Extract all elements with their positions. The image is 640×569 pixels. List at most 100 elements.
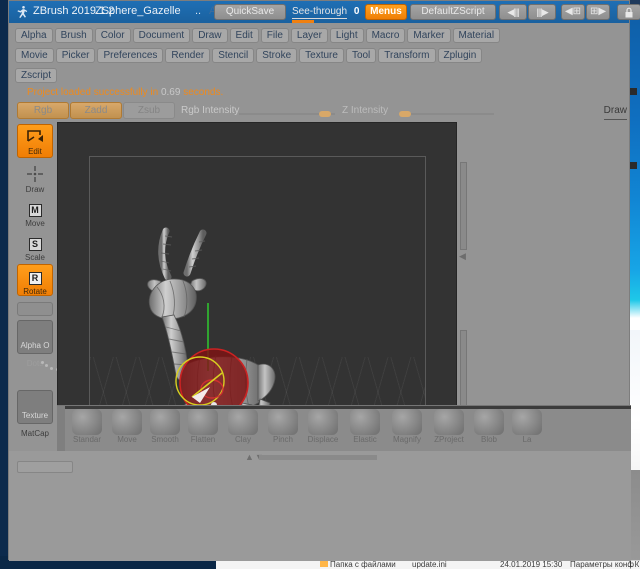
menu-item-alpha[interactable]: Alpha bbox=[15, 28, 53, 43]
menu-item-brush[interactable]: Brush bbox=[54, 28, 93, 43]
brush-item[interactable]: Flatten bbox=[185, 409, 221, 444]
sidebar-item-edit[interactable]: Edit bbox=[17, 124, 53, 158]
layout-right-icon[interactable]: ⊞▶ bbox=[586, 4, 610, 20]
brush-item[interactable]: Blob bbox=[471, 409, 507, 444]
lock-icon[interactable] bbox=[617, 4, 640, 20]
brush-thumbnail-icon bbox=[474, 409, 504, 435]
quicksave-button[interactable]: QuickSave bbox=[214, 4, 286, 20]
sidebar-item-dots[interactable]: Dots bbox=[17, 358, 67, 386]
brush-item[interactable]: Elastic bbox=[347, 409, 383, 444]
menu-item-movie[interactable]: Movie bbox=[15, 48, 54, 63]
brush-item[interactable]: Pinch bbox=[265, 409, 301, 444]
brush-thumbnail-icon bbox=[188, 409, 218, 435]
sidebar-item-draw[interactable]: Draw bbox=[17, 162, 53, 194]
sidebar-item-label: Edit bbox=[28, 147, 42, 156]
menu-item-color[interactable]: Color bbox=[94, 28, 131, 43]
status-suffix: seconds. bbox=[180, 87, 224, 98]
menu-item-transform[interactable]: Transform bbox=[378, 48, 436, 63]
z-intensity-knob[interactable] bbox=[399, 111, 411, 117]
right-rail-arrow-1[interactable]: ◀ bbox=[459, 252, 466, 261]
menu-item-zplugin[interactable]: Zplugin bbox=[437, 48, 483, 63]
menu-item-preferences[interactable]: Preferences bbox=[97, 48, 164, 63]
zscript-next-icon[interactable]: ||||▶ bbox=[528, 4, 556, 20]
brush-item[interactable]: Smooth bbox=[147, 409, 183, 444]
brush-thumbnail-icon bbox=[150, 409, 180, 435]
palette-slider-bar[interactable] bbox=[259, 455, 377, 460]
menu-item-draw[interactable]: Draw bbox=[192, 28, 228, 43]
menu-item-macro[interactable]: Macro bbox=[365, 28, 406, 43]
rgb-button[interactable]: Rgb bbox=[17, 102, 69, 119]
sidebar-item-alpha[interactable]: Alpha O bbox=[17, 320, 53, 354]
menu-item-zscript[interactable]: Zscript bbox=[15, 68, 57, 83]
rotate-key-icon: R bbox=[18, 265, 52, 287]
rgb-intensity-label: Rgb Intensity bbox=[181, 105, 240, 116]
brush-item[interactable]: Displace bbox=[305, 409, 341, 444]
menu-item-material[interactable]: Material bbox=[452, 28, 501, 43]
scale-key-icon: S bbox=[18, 231, 52, 253]
sidebar-item-texture[interactable]: Texture bbox=[17, 390, 53, 424]
brush-item[interactable]: Magnify bbox=[389, 409, 425, 444]
see-through-label: See-through bbox=[292, 6, 348, 19]
menu-item-stroke[interactable]: Stroke bbox=[256, 48, 298, 63]
brush-item[interactable]: La bbox=[509, 409, 545, 444]
menu-item-layer[interactable]: Layer bbox=[290, 28, 328, 43]
brush-thumbnail-icon bbox=[308, 409, 338, 435]
status-message: Project loaded successfully in 0.69 seco… bbox=[9, 85, 629, 100]
sidebar-item-scale[interactable]: S Scale bbox=[17, 230, 53, 262]
screen: Папка с файлами update.ini 24.01.2019 15… bbox=[0, 0, 640, 569]
menu-item-light[interactable]: Light bbox=[329, 28, 364, 43]
menu-item-tool[interactable]: Tool bbox=[345, 48, 377, 63]
brush-thumbnail-icon bbox=[228, 409, 258, 435]
sidebar-item-rotate[interactable]: R Rotate bbox=[17, 264, 53, 296]
brush-label: Flatten bbox=[190, 435, 216, 444]
spacer-slot-1 bbox=[17, 302, 53, 316]
brush-label: Blob bbox=[480, 435, 497, 444]
menu-item-texture[interactable]: Texture bbox=[299, 48, 344, 63]
brush-thumbnail-icon bbox=[350, 409, 380, 435]
menu-item-marker[interactable]: Marker bbox=[407, 28, 451, 43]
sidebar-item-label: Scale bbox=[24, 253, 45, 262]
draw-mode-label[interactable]: Draw bbox=[603, 102, 627, 120]
brush-thumbnail-icon bbox=[512, 409, 542, 435]
rgb-intensity-knob[interactable] bbox=[319, 111, 331, 117]
see-through-slider[interactable]: See-through 0 bbox=[292, 4, 376, 20]
menus-toggle-button[interactable]: Menus bbox=[365, 4, 407, 20]
sidebar-item-label: Rotate bbox=[23, 287, 47, 296]
z-intensity-label: Z Intensity bbox=[342, 105, 389, 116]
brush-label: Standar bbox=[72, 435, 102, 444]
sidebar-item-move[interactable]: M Move bbox=[17, 196, 53, 228]
sidebar-item-label: Move bbox=[25, 219, 45, 228]
brush-thumbnail-icon bbox=[434, 409, 464, 435]
zsub-button[interactable]: Zsub bbox=[123, 102, 175, 119]
menu-item-stencil[interactable]: Stencil bbox=[212, 48, 255, 63]
brush-item[interactable]: ZProject bbox=[431, 409, 467, 444]
menu-item-edit[interactable]: Edit bbox=[229, 28, 259, 43]
brush-label: Pinch bbox=[272, 435, 293, 444]
brush-item[interactable]: Standar bbox=[69, 409, 105, 444]
menu-item-document[interactable]: Document bbox=[132, 28, 191, 43]
brush-label: Smooth bbox=[151, 435, 179, 444]
z-intensity-track[interactable] bbox=[399, 113, 494, 115]
menu-item-file[interactable]: File bbox=[260, 28, 289, 43]
menu-bar-row-1: Alpha Brush Color Document Draw Edit File Layer… bbox=[9, 23, 629, 45]
brush-item[interactable]: Move bbox=[109, 409, 145, 444]
background-window-right-edge bbox=[630, 0, 640, 569]
bottom-left-button[interactable] bbox=[17, 461, 73, 473]
palette-scroll-left[interactable] bbox=[57, 406, 65, 451]
menu-item-picker[interactable]: Picker bbox=[55, 48, 96, 63]
zscript-prev-icon[interactable]: ◀|||| bbox=[499, 4, 527, 20]
brush-label: Clay bbox=[234, 435, 251, 444]
sidebar-item-label: Texture bbox=[21, 411, 49, 420]
move-key-letter: M bbox=[28, 204, 42, 217]
layout-left-icon[interactable]: ◀⊞ bbox=[561, 4, 585, 20]
right-rail-thumb-1[interactable] bbox=[460, 162, 467, 250]
menu-item-render[interactable]: Render bbox=[165, 48, 211, 63]
background-window-icon-1 bbox=[630, 88, 637, 95]
zscript-name-button[interactable]: DefaultZScript bbox=[410, 4, 496, 20]
sidebar-item-label: MatCap bbox=[20, 429, 49, 438]
brush-label: Magnify bbox=[392, 435, 421, 444]
zadd-button[interactable]: Zadd bbox=[70, 102, 122, 119]
brush-item[interactable]: Clay bbox=[225, 409, 261, 444]
zbrush-logo-icon bbox=[15, 5, 29, 19]
brush-label: Elastic bbox=[353, 435, 377, 444]
